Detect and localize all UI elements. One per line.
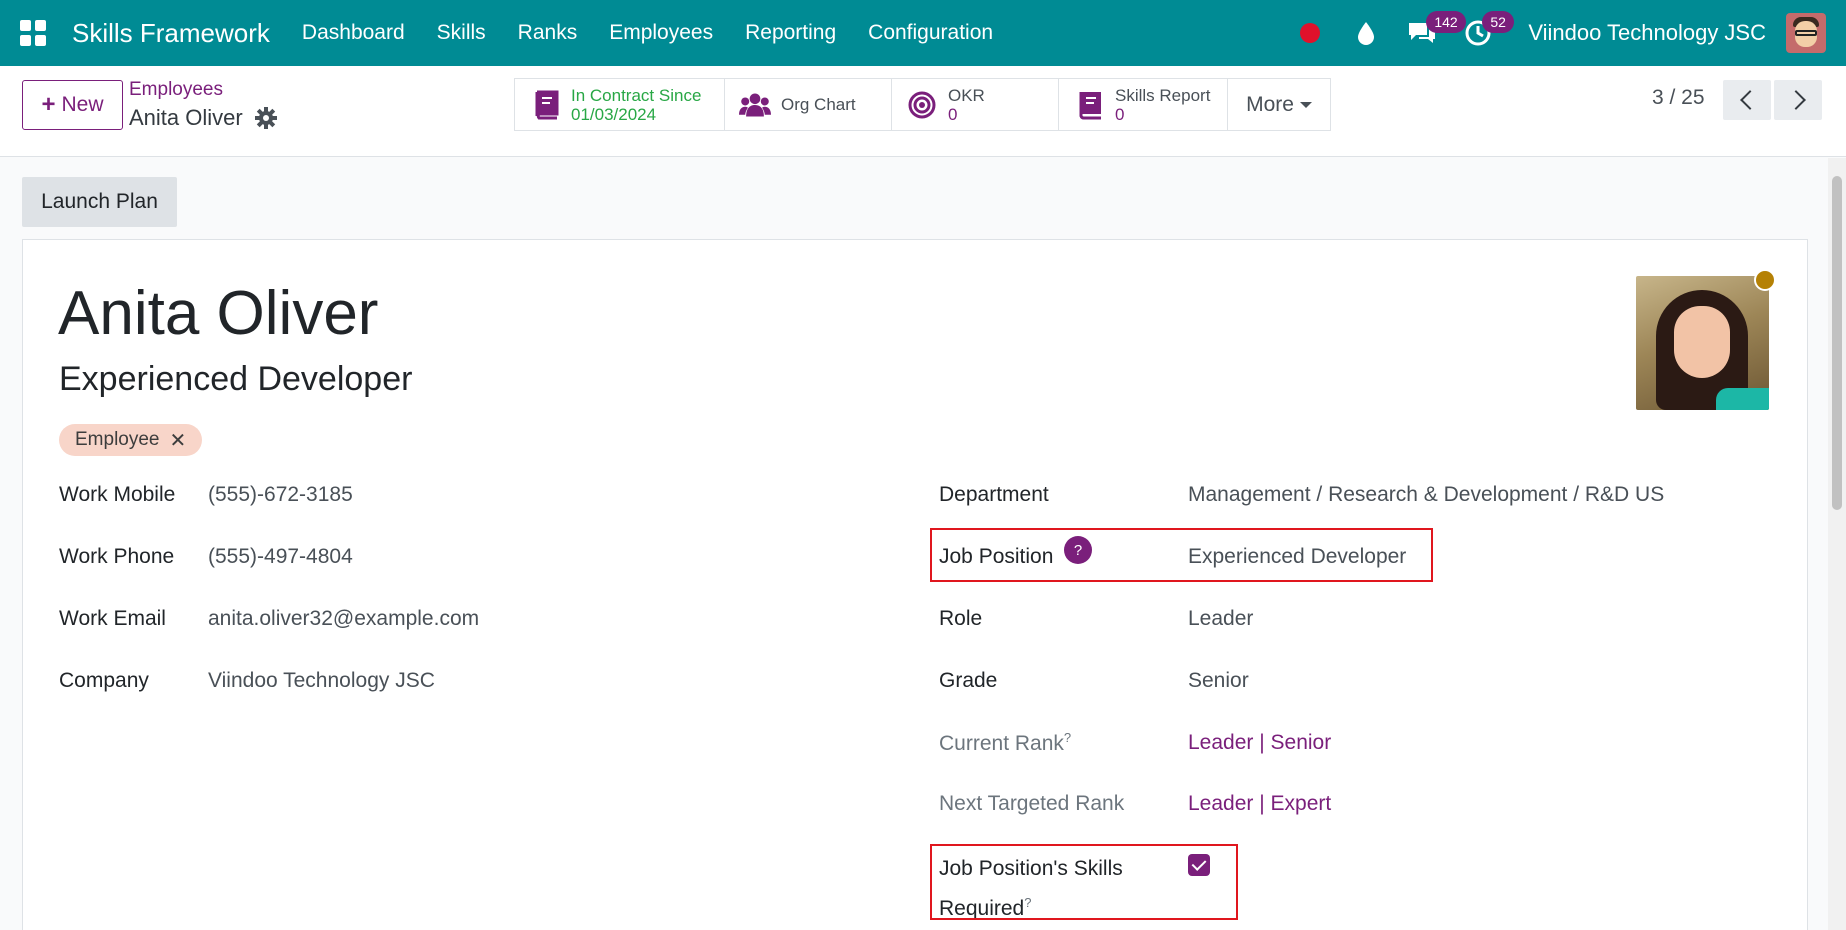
apps-grid-icon[interactable] — [0, 0, 66, 66]
caret-down-icon — [1299, 101, 1312, 108]
navbar-systray: 142 52 Viindoo Technology JSC — [1282, 0, 1846, 66]
department-field[interactable]: Management / Research & Development / R&… — [1188, 483, 1696, 507]
grade-field[interactable]: Senior — [1188, 669, 1249, 693]
contract-value: 01/03/2024 — [571, 104, 657, 124]
menu-reporting[interactable]: Reporting — [729, 21, 852, 45]
breadcrumb-current: Anita Oliver — [129, 105, 243, 130]
work-email-field[interactable]: anita.oliver32@example.com — [208, 607, 479, 631]
gear-icon[interactable] — [255, 107, 277, 129]
menu-employees[interactable]: Employees — [593, 21, 729, 45]
pager-next-button[interactable] — [1774, 80, 1822, 120]
more-label: More — [1246, 92, 1294, 116]
current-rank-help-icon[interactable]: ? — [1064, 730, 1071, 745]
breadcrumb-employees[interactable]: Employees — [129, 79, 223, 101]
work-mobile-label: Work Mobile — [59, 483, 176, 506]
work-email-label: Work Email — [59, 607, 166, 630]
new-button[interactable]: + New — [22, 80, 123, 130]
target-icon — [906, 89, 938, 121]
next-rank-label: Next Targeted Rank — [939, 792, 1125, 815]
user-avatar[interactable] — [1786, 13, 1826, 53]
chevron-left-icon — [1739, 90, 1760, 110]
menu-ranks[interactable]: Ranks — [502, 21, 594, 45]
company-switcher[interactable]: Viindoo Technology JSC — [1528, 20, 1766, 46]
activities-badge: 52 — [1482, 11, 1514, 33]
company-field[interactable]: Viindoo Technology JSC — [208, 669, 435, 693]
plus-icon: + — [41, 91, 56, 118]
grade-label: Grade — [939, 669, 998, 692]
company-label: Company — [59, 669, 149, 692]
work-phone-label: Work Phone — [59, 545, 175, 568]
chat-icon[interactable]: 142 — [1394, 0, 1466, 66]
chevron-right-icon — [1785, 90, 1806, 110]
next-rank-link[interactable]: Leader | Expert — [1188, 792, 1331, 816]
skills-report-smart-button[interactable]: Skills Report 0 — [1059, 79, 1228, 130]
work-mobile-field[interactable]: (555)-672-3185 — [208, 483, 353, 507]
current-rank-link[interactable]: Leader | Senior — [1188, 731, 1331, 755]
department-label: Department — [939, 483, 1049, 506]
employee-job-title[interactable]: Experienced Developer — [59, 360, 412, 399]
current-rank-label-text: Current Rank — [939, 732, 1064, 755]
report-book-icon — [1073, 89, 1105, 121]
more-dropdown[interactable]: More — [1228, 79, 1330, 130]
contract-smart-button[interactable]: In Contract Since 01/03/2024 — [515, 79, 725, 130]
org-chart-smart-button[interactable]: Org Chart — [725, 79, 892, 130]
book-icon — [529, 89, 561, 121]
page-scrollbar[interactable] — [1828, 158, 1846, 930]
recording-dot-icon[interactable] — [1282, 0, 1338, 66]
menu-configuration[interactable]: Configuration — [852, 21, 1009, 45]
skills-report-value: 0 — [1115, 104, 1125, 124]
role-field[interactable]: Leader — [1188, 607, 1253, 631]
okr-value: 0 — [948, 104, 958, 124]
current-rank-label: Current Rank? — [939, 730, 1071, 756]
launch-plan-button[interactable]: Launch Plan — [22, 177, 177, 227]
employee-photo[interactable] — [1636, 276, 1769, 410]
okr-label: OKR — [948, 85, 985, 105]
skills-required-highlight — [930, 844, 1238, 920]
pager-value[interactable]: 3 / 25 — [1652, 86, 1705, 110]
role-label: Role — [939, 607, 983, 630]
tag-remove-icon[interactable]: ✕ — [170, 428, 187, 453]
pager-previous-button[interactable] — [1723, 80, 1771, 120]
contract-label: In Contract Since — [571, 85, 702, 105]
skills-report-label: Skills Report — [1115, 85, 1211, 105]
work-phone-field[interactable]: (555)-497-4804 — [208, 545, 353, 569]
clock-icon[interactable]: 52 — [1450, 0, 1514, 66]
users-icon — [739, 89, 771, 121]
org-chart-label: Org Chart — [781, 95, 856, 114]
menu-dashboard[interactable]: Dashboard — [286, 21, 421, 45]
tag-label: Employee — [75, 429, 160, 450]
new-button-label: New — [61, 93, 104, 116]
scrollbar-thumb[interactable] — [1832, 176, 1842, 510]
employee-name[interactable]: Anita Oliver — [58, 278, 378, 349]
employee-tag: Employee ✕ — [59, 424, 203, 456]
water-drop-icon[interactable] — [1338, 0, 1394, 66]
okr-smart-button[interactable]: OKR 0 — [892, 79, 1059, 130]
smart-buttons: In Contract Since 01/03/2024 Org Chart O… — [514, 78, 1331, 131]
top-navbar: Skills Framework Dashboard Skills Ranks … — [0, 0, 1846, 66]
job-position-highlight — [930, 528, 1433, 582]
app-brand[interactable]: Skills Framework — [72, 18, 270, 49]
presence-status-icon — [1754, 269, 1776, 291]
control-panel: + New Employees Anita Oliver In Contract… — [0, 66, 1846, 157]
menu-skills[interactable]: Skills — [421, 21, 502, 45]
